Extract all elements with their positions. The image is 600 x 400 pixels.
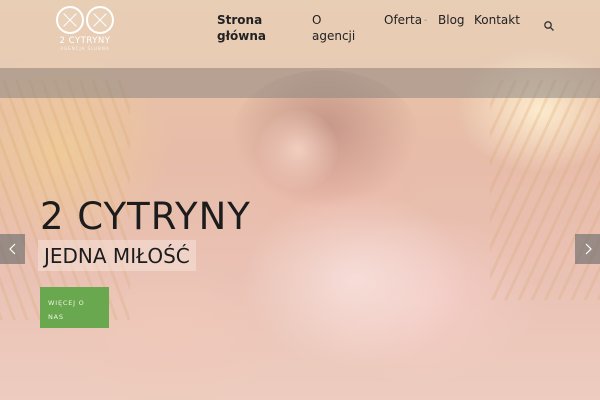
nav-offer-label: Oferta: [384, 13, 423, 27]
nav-contact-label: Kontakt: [474, 13, 520, 27]
button-label-line1: WIĘCEJ O: [48, 299, 85, 307]
site-header: 2 CYTRYNY AGENCJA ŚLUBNA Strona główna O…: [0, 0, 600, 68]
photo-woman-body: [240, 190, 470, 370]
header-shadow-band: [0, 68, 600, 98]
lemon-slices-icon: [55, 6, 115, 34]
nav-item-contact[interactable]: Kontakt: [474, 12, 520, 28]
button-label-line2: NAS: [48, 313, 64, 321]
chevron-right-icon: [585, 243, 592, 255]
wheat-decor-right: [490, 80, 600, 300]
slide-title: 2 CYTRYNY: [40, 195, 251, 238]
search-icon[interactable]: [543, 20, 555, 32]
logo-text: 2 CYTRYNY: [59, 36, 111, 46]
chevron-down-icon: ⌄: [314, 33, 320, 40]
nav-item-blog[interactable]: Blog: [438, 12, 465, 28]
nav-blog-label: Blog: [438, 13, 465, 27]
slider-next-button[interactable]: [575, 234, 600, 264]
lemon-slice-right: [86, 6, 114, 34]
slider-prev-button[interactable]: [0, 234, 25, 264]
nav-home-line1: Strona: [217, 13, 263, 27]
slide-subtitle: JEDNA MIŁOŚĆ: [38, 240, 196, 271]
lemon-slice-left: [56, 6, 84, 34]
nav-item-offer[interactable]: Oferta⌄: [384, 12, 428, 28]
logo-tagline: AGENCJA ŚLUBNA: [60, 46, 110, 51]
nav-item-home[interactable]: Strona główna: [217, 12, 266, 44]
nav-item-about[interactable]: O agencji ⌄: [312, 12, 355, 44]
photo-woman-face: [258, 110, 338, 190]
nav-home-line2: główna: [217, 29, 267, 43]
site-logo[interactable]: 2 CYTRYNY AGENCJA ŚLUBNA: [55, 6, 115, 51]
chevron-down-icon: ⌄: [423, 16, 429, 23]
more-about-us-button[interactable]: WIĘCEJ O NAS: [40, 287, 109, 328]
chevron-left-icon: [8, 243, 15, 255]
